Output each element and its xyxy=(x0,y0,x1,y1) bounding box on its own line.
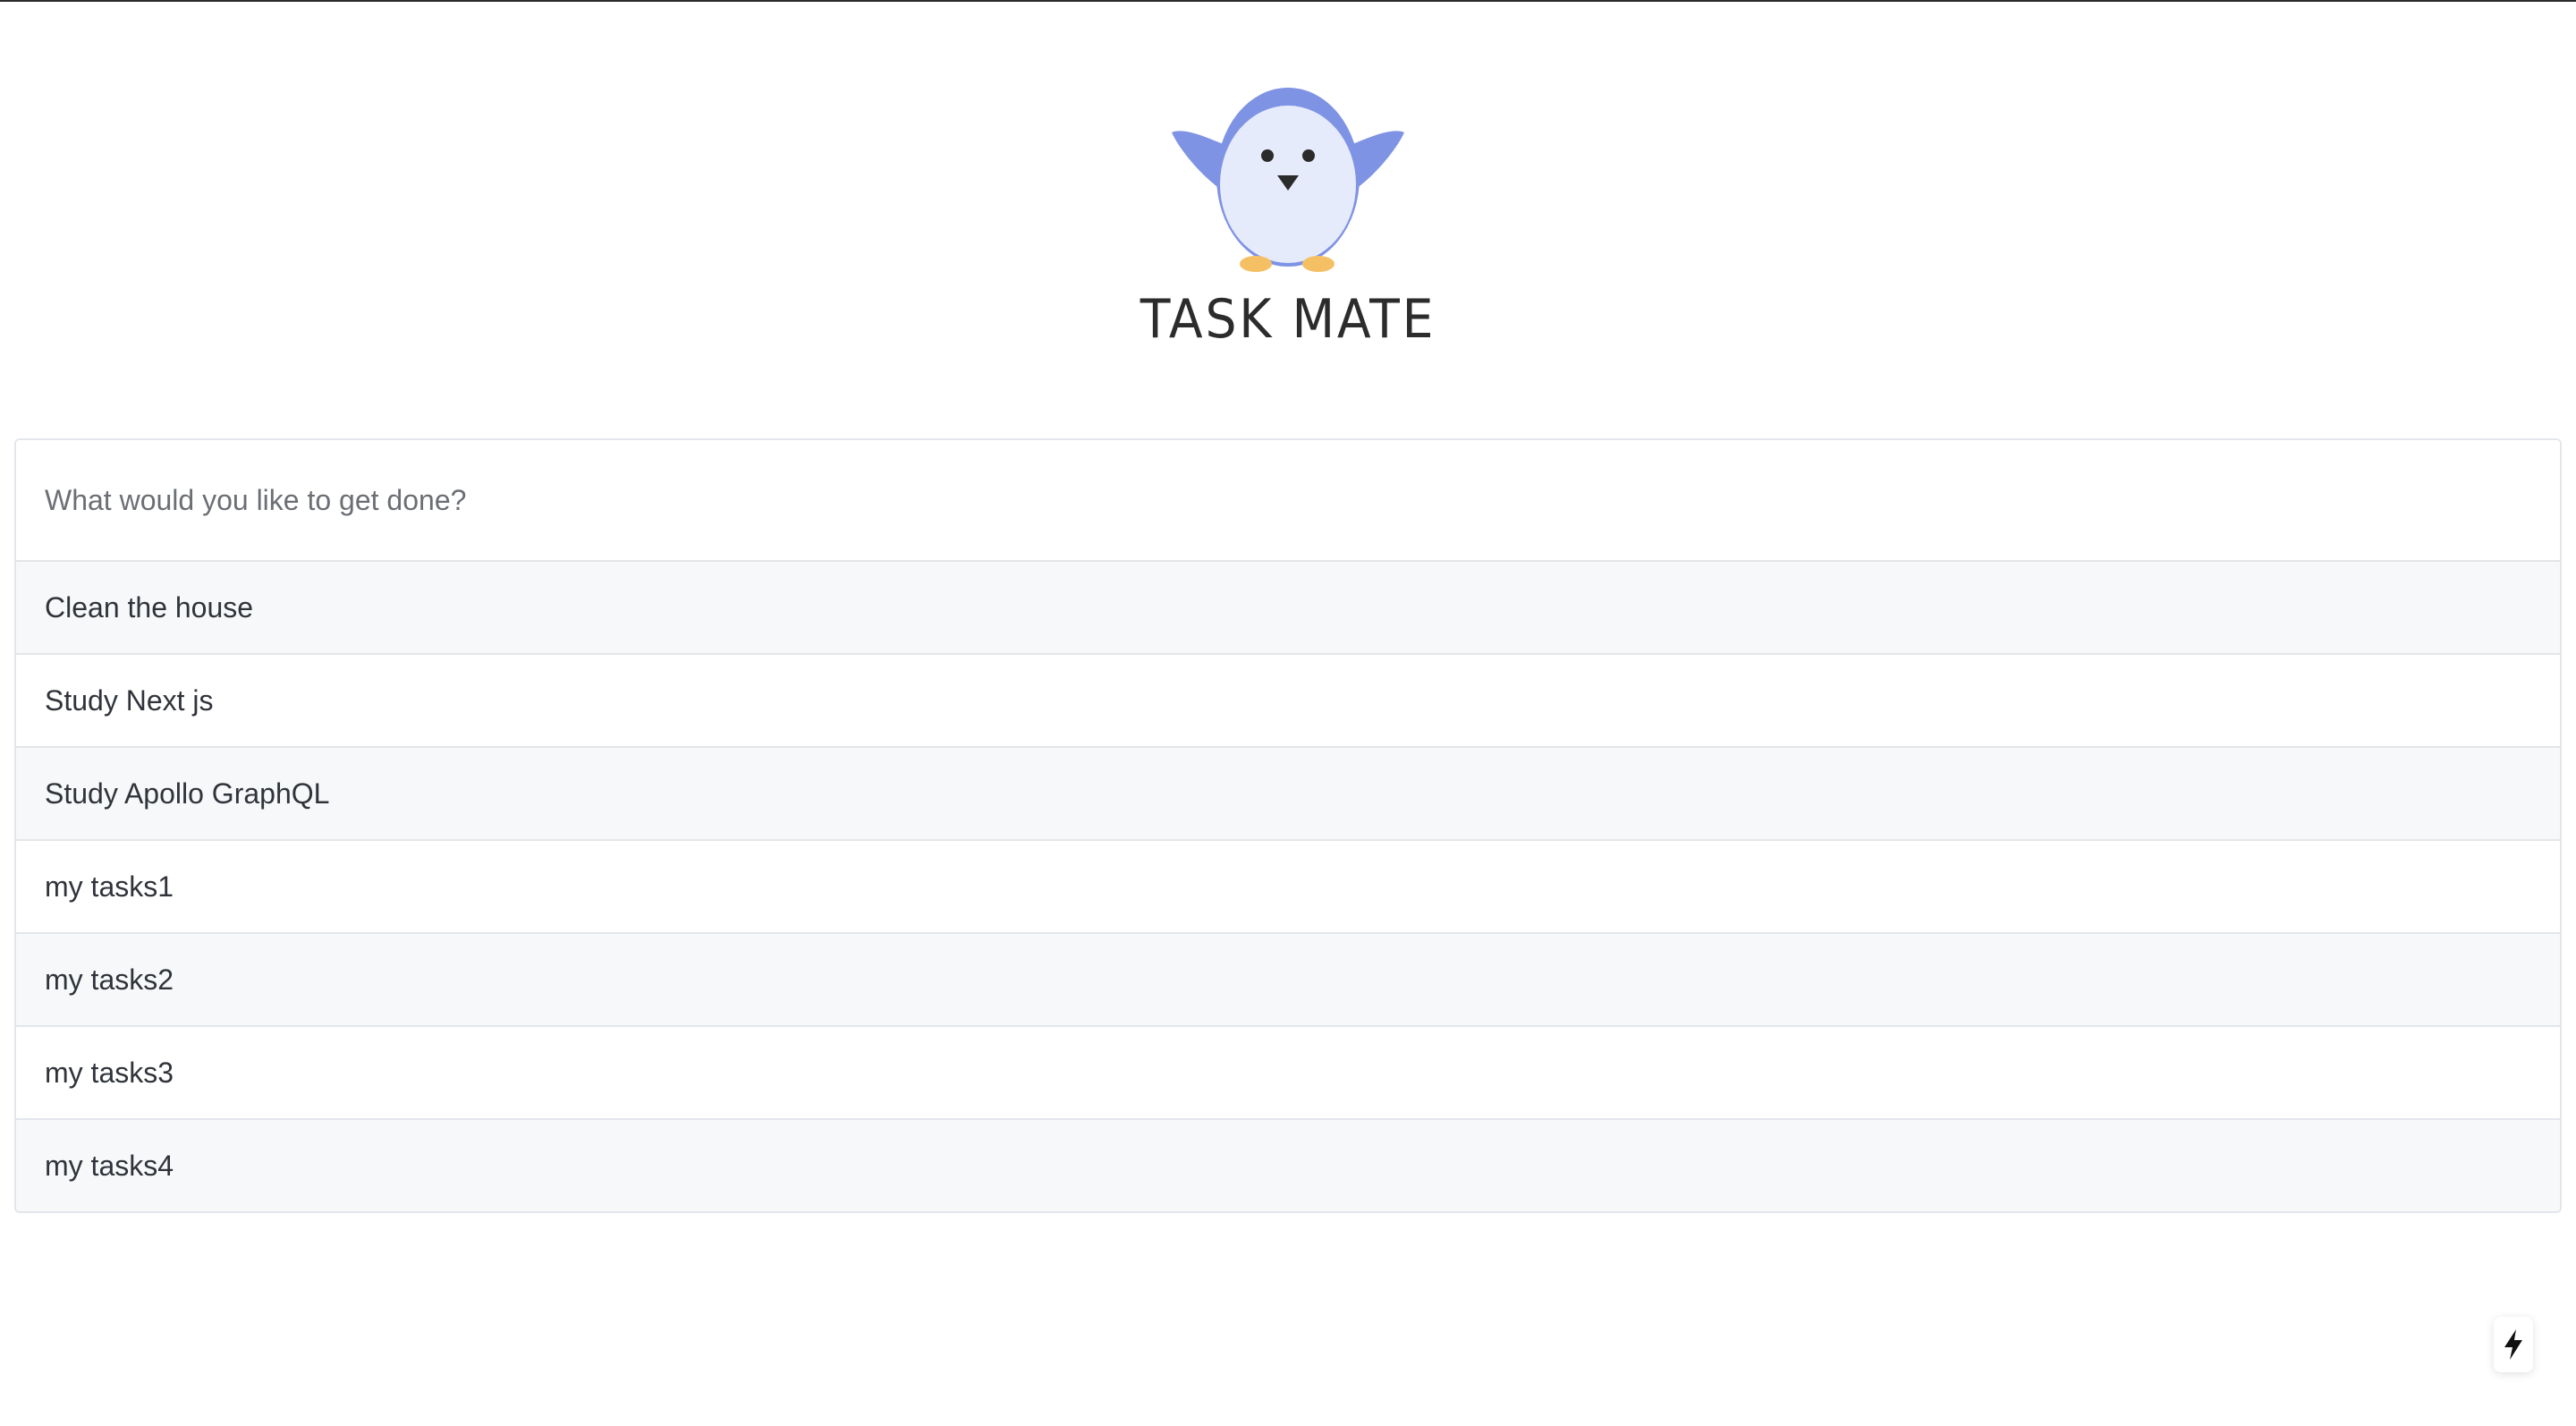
task-item[interactable]: my tasks3 xyxy=(16,1027,2560,1120)
task-item[interactable]: my tasks1 xyxy=(16,841,2560,934)
task-list: Clean the house Study Next js Study Apol… xyxy=(16,562,2560,1211)
task-item[interactable]: Study Apollo GraphQL xyxy=(16,748,2560,841)
app-header: TASK MATE xyxy=(0,0,2576,385)
task-item[interactable]: my tasks2 xyxy=(16,934,2560,1027)
app-title: TASK MATE xyxy=(1140,288,1436,351)
new-task-input[interactable] xyxy=(16,440,2560,562)
task-panel: Clean the house Study Next js Study Apol… xyxy=(14,438,2562,1213)
lightning-bolt-icon xyxy=(2504,1329,2522,1360)
penguin-icon xyxy=(1163,86,1413,277)
task-item[interactable]: Study Next js xyxy=(16,655,2560,748)
window-bottom-edge xyxy=(0,1421,2576,1426)
task-item[interactable]: my tasks4 xyxy=(16,1120,2560,1211)
dev-build-indicator-button[interactable] xyxy=(2494,1317,2533,1372)
task-item[interactable]: Clean the house xyxy=(16,562,2560,655)
